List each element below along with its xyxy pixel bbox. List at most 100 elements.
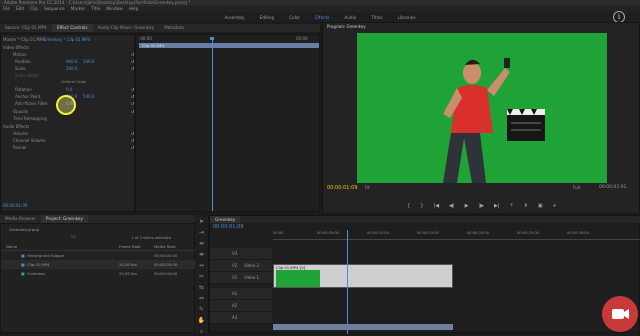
tab-effect-controls[interactable]: Effect Controls bbox=[51, 24, 93, 32]
effect-controls-timecode[interactable]: 00:00:01:09 bbox=[3, 203, 27, 208]
project-tabs: Media Browser Project: Greenkey bbox=[0, 215, 195, 223]
fit-dropdown[interactable]: Fit bbox=[365, 185, 370, 190]
slide-icon[interactable]: ⇔ bbox=[197, 294, 207, 303]
item-count: 1 of 3 items selected bbox=[131, 235, 171, 240]
timeline-playhead[interactable] bbox=[347, 230, 348, 334]
track-name: Video 2 bbox=[244, 263, 260, 268]
volume-effect[interactable]: Volume bbox=[13, 131, 28, 136]
workspace-color[interactable]: Color bbox=[289, 15, 300, 20]
tab-audio-clip-mixer[interactable]: Audio Clip Mixer: Greenkey bbox=[93, 24, 160, 32]
panner-effect[interactable]: Panner bbox=[13, 145, 27, 150]
rate-stretch-icon[interactable]: ↔ bbox=[197, 261, 207, 270]
item-name: Hintergrund Klappe bbox=[27, 253, 65, 258]
extract-icon[interactable]: ⇞ bbox=[524, 203, 528, 209]
export-frame-icon[interactable]: ▣ bbox=[538, 203, 543, 209]
clip-bar[interactable]: Clip 01.MP4 bbox=[139, 43, 319, 48]
master-clip-header[interactable]: Master * Clip 01.MP4 bbox=[3, 37, 45, 42]
tab-project[interactable]: Project: Greenkey bbox=[40, 215, 88, 223]
folder-icon[interactable]: ▭ bbox=[71, 233, 76, 242]
tab-source[interactable]: Source: Clip 01.MP4 bbox=[0, 24, 52, 32]
track-label: V2 bbox=[232, 263, 238, 268]
playhead-line[interactable] bbox=[212, 37, 213, 211]
column-media-start[interactable]: Media Start bbox=[154, 242, 176, 251]
hand-icon[interactable]: ✋ bbox=[197, 316, 207, 325]
timeline-timecode[interactable]: 00:00:01:09 bbox=[213, 224, 244, 230]
selection-tool-icon[interactable]: ➤ bbox=[197, 217, 207, 226]
play-icon[interactable]: ▶ bbox=[465, 203, 469, 209]
step-back-icon[interactable]: ◀| bbox=[449, 203, 455, 209]
mark-in-icon[interactable]: { bbox=[407, 203, 410, 209]
step-forward-icon[interactable]: |▶ bbox=[478, 203, 484, 209]
track-select-icon[interactable]: ⇥ bbox=[197, 228, 207, 237]
time-remapping-effect[interactable]: Time Remapping bbox=[13, 116, 47, 121]
slip-icon[interactable]: ⇆ bbox=[197, 283, 207, 292]
reset-icon[interactable]: ↺ bbox=[131, 52, 134, 57]
position-y-value[interactable]: 540.0 bbox=[83, 59, 94, 64]
go-to-out-icon[interactable]: ▶| bbox=[494, 203, 500, 209]
reset-icon[interactable]: ↺ bbox=[131, 131, 134, 136]
track-header-v2[interactable]: V2 Video 2 bbox=[210, 260, 272, 272]
tab-metadata[interactable]: Metadata bbox=[159, 24, 189, 32]
track-header-v1[interactable]: V1 Video 1 bbox=[210, 272, 272, 284]
reset-icon[interactable]: ↺ bbox=[131, 87, 134, 92]
motion-effect[interactable]: Motion bbox=[13, 52, 27, 57]
rotation-value[interactable]: 0.0 bbox=[66, 87, 72, 92]
ripple-edit-icon[interactable]: ⇹ bbox=[197, 239, 207, 248]
antiflicker-label: Anti-flicker Filter bbox=[15, 101, 48, 106]
table-row[interactable]: ■ Hintergrund Klappe 00:00:00:00 bbox=[1, 251, 196, 260]
track-header-v3[interactable]: V3 bbox=[210, 248, 272, 260]
rolling-edit-icon[interactable]: ⇼ bbox=[197, 250, 207, 259]
go-to-in-icon[interactable]: |◀ bbox=[434, 203, 440, 209]
workspace-libraries[interactable]: Libraries bbox=[397, 15, 415, 20]
reset-icon[interactable]: ↺ bbox=[131, 94, 134, 99]
playhead-handle[interactable] bbox=[210, 37, 214, 40]
workspace-assembly[interactable]: Assembly bbox=[224, 15, 244, 20]
quality-dropdown[interactable]: Full bbox=[573, 185, 580, 190]
reset-icon[interactable]: ↺ bbox=[131, 145, 134, 150]
add-button-icon[interactable]: + bbox=[553, 203, 557, 209]
audio-effects-heading: Audio Effects bbox=[3, 124, 30, 129]
tab-media-browser[interactable]: Media Browser bbox=[0, 215, 41, 223]
position-x-value[interactable]: 960.0 bbox=[66, 59, 77, 64]
table-row[interactable]: ■ Greenkey 25,00 fps 00:00:00:00 bbox=[1, 269, 196, 278]
reset-icon[interactable]: ↺ bbox=[131, 138, 134, 143]
item-rate: 25,00 fps bbox=[119, 271, 137, 276]
column-name[interactable]: Name bbox=[6, 242, 17, 251]
tools-panel: ➤ ⇥ ⇹ ⇼ ↔ ✂ ⇆ ⇔ ✎ ✋ ⌕ bbox=[195, 215, 209, 336]
ruler-label: 00:00:20:00 bbox=[467, 231, 489, 235]
anchor-y-value[interactable]: 540.0 bbox=[83, 94, 94, 99]
uniform-scale-checkbox[interactable]: Uniform Scale bbox=[61, 80, 86, 84]
anchor-point-label: Anchor Point bbox=[15, 94, 41, 99]
workspace-editing[interactable]: Editing bbox=[260, 15, 275, 20]
workspace-titles[interactable]: Titles bbox=[371, 15, 382, 20]
reset-icon[interactable]: ↺ bbox=[131, 109, 134, 114]
table-row[interactable]: ■ Clip 01.MP4 25,00 fps 00:00:00:00 bbox=[1, 260, 196, 269]
reset-icon[interactable]: ↺ bbox=[131, 66, 134, 71]
scale-value[interactable]: 100.0 bbox=[66, 66, 77, 71]
reset-icon[interactable]: ↺ bbox=[131, 59, 134, 64]
opacity-effect[interactable]: Opacity bbox=[13, 109, 28, 114]
timeline-scrollbar[interactable] bbox=[273, 324, 453, 330]
sequence-icon: ■ bbox=[21, 271, 25, 276]
sequence-clip-header[interactable]: Greenkey * Clip 01.MP4 bbox=[43, 37, 90, 42]
column-frame-rate[interactable]: Frame Rate bbox=[119, 242, 141, 251]
ruler-label: 00:00:30:00 bbox=[567, 231, 589, 235]
workspace-effects[interactable]: Effects bbox=[315, 15, 329, 20]
channel-volume-effect[interactable]: Channel Volume bbox=[13, 138, 46, 143]
reset-icon[interactable]: ↺ bbox=[131, 101, 134, 106]
record-button[interactable] bbox=[602, 296, 638, 332]
lift-icon[interactable]: ⇡ bbox=[510, 203, 514, 209]
zoom-icon[interactable]: ⌕ bbox=[197, 327, 207, 336]
pen-icon[interactable]: ✎ bbox=[197, 305, 207, 314]
workspace-audio[interactable]: Audio bbox=[344, 15, 356, 20]
item-rate: 25,00 fps bbox=[119, 262, 137, 267]
mark-out-icon[interactable]: } bbox=[420, 203, 423, 209]
razor-icon[interactable]: ✂ bbox=[197, 272, 207, 281]
track-header-a3[interactable]: A3 bbox=[210, 312, 272, 324]
tab-sequence[interactable]: Greenkey bbox=[210, 216, 241, 223]
time-ruler[interactable]: 00:00 00:00:05:00 00:00:10:00 00:00:15:0… bbox=[273, 230, 640, 240]
program-timecode[interactable]: 00:00:01:09 bbox=[327, 185, 358, 191]
track-header-a2[interactable]: A2 bbox=[210, 300, 272, 312]
video-clip[interactable]: Clip 01.MP4 [V] bbox=[273, 264, 453, 288]
track-header-a1[interactable]: A1 bbox=[210, 288, 272, 300]
